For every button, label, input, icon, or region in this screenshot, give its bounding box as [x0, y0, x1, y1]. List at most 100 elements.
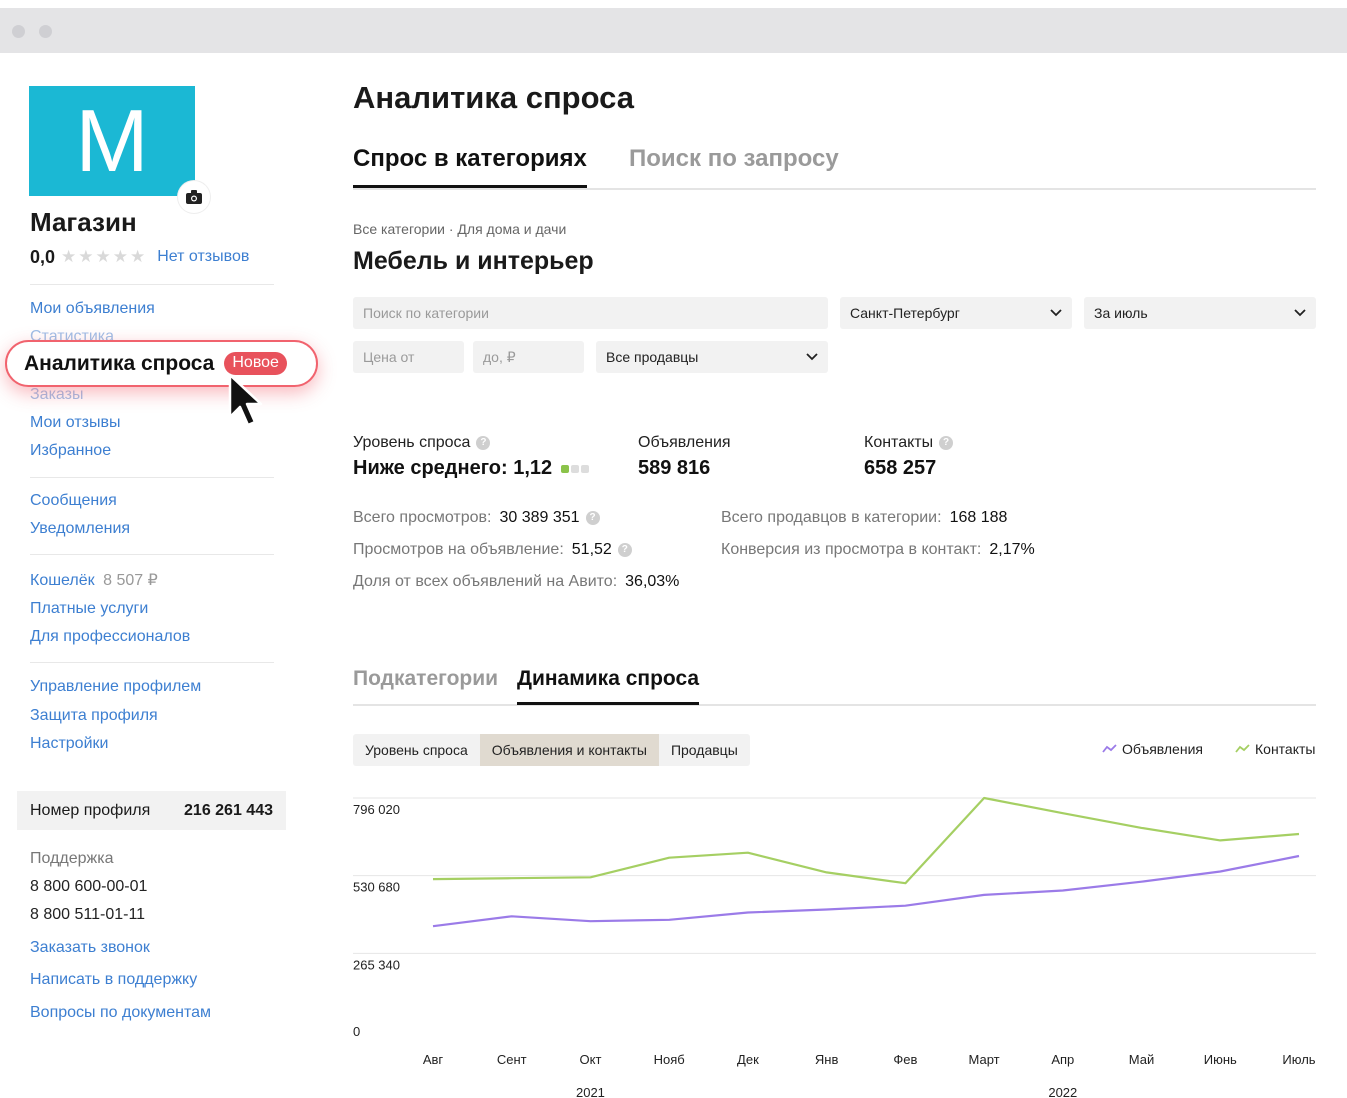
- nav-settings[interactable]: Настройки: [30, 735, 108, 753]
- period-select[interactable]: За июль: [1084, 297, 1316, 329]
- x-tick-label: Июль: [1282, 1052, 1315, 1067]
- category-search-input[interactable]: Поиск по категории: [353, 297, 828, 329]
- tab-demand-dynamics[interactable]: Динамика спроса: [517, 667, 700, 705]
- no-reviews-link[interactable]: Нет отзывов: [157, 248, 249, 266]
- city-select-value: Санкт-Петербург: [850, 305, 960, 321]
- legend-contacts-label: Контакты: [1255, 741, 1316, 757]
- rating-stars-icon: ★★★★★: [61, 247, 148, 266]
- nav-wallet[interactable]: Кошелёк 8 507 ₽: [30, 570, 158, 590]
- x-tick-label: Сент: [497, 1052, 527, 1067]
- conversion-rate: Конверсия из просмотра в контакт: 2,17%: [721, 541, 1035, 559]
- legend-ads: Объявления: [1102, 741, 1203, 757]
- chevron-down-icon: [806, 353, 818, 361]
- nav-paid-services[interactable]: Платные услуги: [30, 600, 148, 618]
- sidebar: M Магазин 0,0 ★★★★★ Нет отзывов Мои объя…: [0, 53, 318, 1098]
- x-tick-label: Дек: [737, 1052, 759, 1067]
- support-phone-2[interactable]: 8 800 511-01-11: [30, 906, 145, 924]
- demand-level-dot: [561, 464, 570, 473]
- category-search-placeholder: Поиск по категории: [363, 305, 489, 321]
- contacts-value: 658 257: [864, 457, 937, 479]
- rating-value: 0,0: [30, 246, 56, 267]
- help-icon[interactable]: ?: [939, 436, 954, 450]
- breadcrumb[interactable]: Все категории · Для дома и дачи: [353, 221, 566, 237]
- x-tick-label: Июнь: [1204, 1052, 1237, 1067]
- year-label: 2022: [1048, 1085, 1077, 1098]
- y-tick-label: 0: [353, 1024, 360, 1039]
- nav-messages[interactable]: Сообщения: [30, 492, 117, 510]
- y-tick-label: 530 680: [353, 880, 400, 895]
- segment-demand-level[interactable]: Уровень спроса: [353, 734, 480, 766]
- price-from-placeholder: Цена от: [363, 349, 415, 365]
- support-label: Поддержка: [30, 850, 114, 867]
- x-tick-label: Янв: [815, 1052, 839, 1067]
- x-tick-label: Апр: [1051, 1052, 1074, 1067]
- demand-level-value: Ниже среднего: 1,12: [353, 457, 591, 480]
- support-phone-1[interactable]: 8 800 600-00-01: [30, 878, 147, 896]
- demand-level-value-text: Ниже среднего: 1,12: [353, 457, 553, 479]
- page-title: Аналитика спроса: [353, 80, 634, 115]
- nav-my-reviews[interactable]: Мои отзывы: [30, 414, 121, 432]
- conversion-rate-label: Конверсия из просмотра в контакт:: [721, 541, 982, 558]
- price-to-input[interactable]: до, ₽: [473, 341, 584, 373]
- legend-contacts: Контакты: [1235, 741, 1315, 757]
- nav-profile-protection[interactable]: Защита профиля: [30, 707, 158, 725]
- nav-profile-management[interactable]: Управление профилем: [30, 678, 201, 696]
- views-per-ad: Просмотров на объявление: 51,52 ?: [353, 541, 632, 559]
- help-icon[interactable]: ?: [617, 543, 632, 557]
- profile-number-box: Номер профиля 216 261 443: [17, 791, 286, 830]
- x-tick-label: Нояб: [654, 1052, 685, 1067]
- series-line[interactable]: [432, 796, 1300, 885]
- window-close-dot[interactable]: [12, 25, 25, 38]
- divider: [30, 477, 274, 478]
- documents-questions-link[interactable]: Вопросы по документам: [30, 1004, 211, 1022]
- camera-icon[interactable]: [178, 181, 210, 213]
- year-label: 2021: [576, 1085, 605, 1098]
- help-icon[interactable]: ?: [585, 511, 600, 525]
- avatar[interactable]: M: [29, 86, 195, 196]
- legend-ads-label: Объявления: [1122, 741, 1203, 757]
- wallet-label: Кошелёк: [30, 572, 95, 589]
- tab-category-demand[interactable]: Спрос в категориях: [353, 145, 587, 188]
- nav-favorites[interactable]: Избранное: [30, 442, 111, 460]
- window-minimize-dot[interactable]: [39, 25, 52, 38]
- write-support-link[interactable]: Написать в поддержку: [30, 971, 197, 989]
- sellers-select[interactable]: Все продавцы: [596, 341, 828, 373]
- nav-my-ads[interactable]: Мои объявления: [30, 300, 155, 318]
- sellers-select-value: Все продавцы: [606, 349, 699, 365]
- views-per-ad-label: Просмотров на объявление:: [353, 541, 564, 558]
- nav-notifications[interactable]: Уведомления: [30, 520, 130, 538]
- shop-name: Магазин: [30, 207, 137, 237]
- city-select[interactable]: Санкт-Петербург: [840, 297, 1072, 329]
- sub-tabs: Подкатегории Динамика спроса: [353, 661, 1316, 706]
- divider: [30, 554, 274, 555]
- x-tick-label: Окт: [580, 1052, 602, 1067]
- ads-share-label: Доля от всех объявлений на Авито:: [353, 573, 618, 590]
- total-sellers: Всего продавцов в категории: 168 188: [721, 509, 1007, 527]
- tab-query-search[interactable]: Поиск по запросу: [629, 145, 839, 185]
- demand-level-indicator: [561, 464, 591, 473]
- segment-sellers[interactable]: Продавцы: [659, 734, 750, 766]
- tab-subcategories[interactable]: Подкатегории: [353, 667, 498, 702]
- ads-label: Объявления: [638, 434, 731, 451]
- profile-number: 216 261 443: [184, 801, 273, 819]
- total-views-value: 30 389 351: [499, 509, 580, 526]
- profile-number-label: Номер профиля: [30, 801, 151, 819]
- series-line[interactable]: [432, 854, 1300, 928]
- help-icon[interactable]: ?: [476, 436, 491, 450]
- nav-orders[interactable]: Заказы: [30, 386, 83, 404]
- x-tick-label: Май: [1129, 1052, 1154, 1067]
- total-sellers-value: 168 188: [949, 509, 1008, 526]
- y-tick-label: 796 020: [353, 802, 400, 817]
- chevron-down-icon: [1294, 309, 1306, 317]
- chevron-down-icon: [1050, 309, 1062, 317]
- nav-professionals[interactable]: Для профессионалов: [30, 628, 190, 646]
- new-badge: Новое: [224, 352, 287, 375]
- nav-demand-analytics[interactable]: Аналитика спроса Новое: [5, 340, 318, 387]
- price-from-input[interactable]: Цена от: [353, 341, 464, 373]
- ads-share: Доля от всех объявлений на Авито: 36,03%: [353, 573, 679, 591]
- contacts-label-text: Контакты: [864, 434, 934, 451]
- x-tick-label: Март: [969, 1052, 1000, 1067]
- divider: [30, 662, 274, 663]
- order-call-link[interactable]: Заказать звонок: [30, 939, 150, 957]
- segment-ads-contacts[interactable]: Объявления и контакты: [479, 734, 659, 766]
